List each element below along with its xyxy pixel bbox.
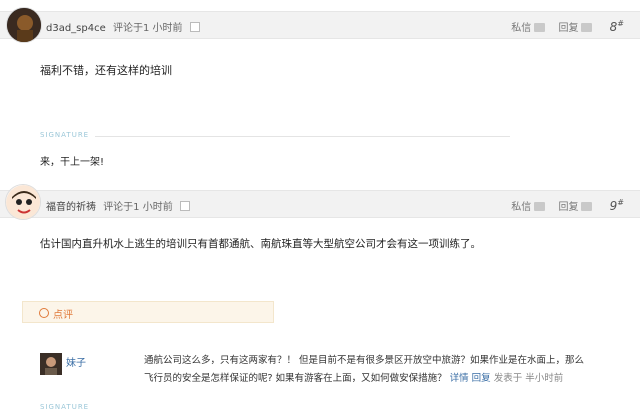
reply-avatar[interactable]	[40, 353, 62, 375]
details-link[interactable]: 详情	[450, 373, 469, 384]
private-message-button[interactable]: 私信	[511, 198, 546, 213]
private-message-label: 私信	[511, 202, 532, 213]
reply-button[interactable]: 回复	[558, 198, 593, 213]
comment-icon	[39, 308, 49, 318]
avatar[interactable]	[5, 184, 41, 220]
reply-icon	[581, 23, 593, 32]
reply-icon	[581, 202, 593, 211]
floor-number: 9#	[610, 198, 624, 213]
private-message-button[interactable]: 私信	[511, 19, 546, 34]
post-content: 福利不错，还有这样的培训	[40, 64, 172, 77]
comments-label: 点评	[53, 310, 73, 321]
reply-label: 回复	[558, 23, 579, 34]
floor-mark: #	[617, 198, 624, 207]
floor-mark: #	[617, 19, 624, 28]
reply-avatar-image	[40, 353, 62, 375]
mail-icon	[534, 23, 546, 32]
signature-text: 来，干上一架!	[40, 157, 105, 168]
floor-number: 8#	[610, 19, 624, 34]
comment-time: 评论于1 小时前	[103, 202, 173, 213]
divider-icon	[189, 22, 200, 32]
reply-label: 回复	[558, 202, 579, 213]
private-message-label: 私信	[511, 23, 532, 34]
reply-username[interactable]: 妹子	[66, 354, 86, 369]
reply-text: 通航公司这么多，只有这两家有？！ 但是目前不是有很多景区开放空中旅游？如果作业是…	[144, 352, 622, 388]
signature-divider	[95, 136, 510, 137]
signature-label: SIGNATURE	[40, 403, 90, 411]
reply-text-line-2: 飞行员的安全是怎样保证的呢? 如果有游客在上面，又如何做安保措施？ 详情 回复 …	[144, 370, 622, 388]
post-actions: 私信 回复 9#	[501, 198, 624, 213]
reply-time: 发表于 半小时前	[493, 373, 564, 384]
post-meta: 福音的祈祷 评论于1 小时前	[46, 198, 190, 213]
post-content: 估计国内直升机水上逃生的培训只有首都通航、南航珠直等大型航空公司才会有这一项训练…	[40, 238, 481, 250]
reply-link[interactable]: 回复	[472, 373, 491, 384]
post-header: 福音的祈祷 评论于1 小时前 私信 回复 9#	[0, 190, 640, 218]
comment-time: 评论于1 小时前	[112, 23, 183, 34]
signature-label: SIGNATURE	[40, 131, 90, 139]
post-meta: d3ad_sp4ce 评论于1 小时前	[46, 19, 200, 34]
comments-bar: 点评	[22, 301, 274, 323]
divider-icon	[179, 201, 190, 211]
post-header: d3ad_sp4ce 评论于1 小时前 私信 回复 8#	[0, 11, 640, 39]
reply-button[interactable]: 回复	[558, 19, 593, 34]
post-actions: 私信 回复 8#	[501, 19, 624, 34]
reply-text-line: 通航公司这么多，只有这两家有？！ 但是目前不是有很多景区开放空中旅游？如果作业是…	[144, 355, 585, 366]
mail-icon	[534, 202, 546, 211]
reply-text-line-content: 飞行员的安全是怎样保证的呢? 如果有游客在上面，又如何做安保措施？	[144, 373, 447, 384]
post-username[interactable]: d3ad_sp4ce	[46, 23, 106, 34]
avatar[interactable]	[6, 7, 42, 43]
post-username[interactable]: 福音的祈祷	[46, 202, 96, 213]
